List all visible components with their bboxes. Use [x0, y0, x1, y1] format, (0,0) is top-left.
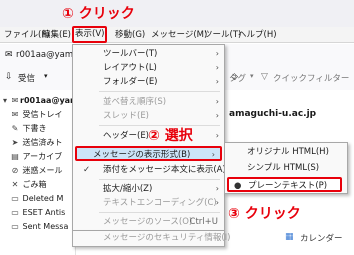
annotation-select-2: ② 選択	[148, 128, 193, 144]
menu-item-sort[interactable]: 並べ替え順序(S) ›	[73, 95, 224, 109]
menu-item-message-body-as[interactable]: メッセージの表示形式(B) ›	[75, 146, 222, 161]
chevron-right-icon: ›	[215, 97, 219, 106]
calendar-label[interactable]: カレンダー	[300, 232, 343, 244]
chevron-down-icon: ▾	[2, 96, 7, 105]
message-body-submenu: オリジナル HTML(H) シンプル HTML(S) ● プレーンテキスト(P)	[224, 142, 348, 194]
account-label: r001aa@yamaguchi-u.ac.jp	[20, 96, 76, 105]
account-short[interactable]: r001aa@yama	[16, 50, 78, 60]
folder-icon: ▭	[11, 222, 19, 231]
tag-dropdown-icon[interactable]: ▾	[250, 72, 254, 80]
menu-item-threads[interactable]: スレッド(E) ›	[73, 109, 224, 123]
folder-sent-messages[interactable]: ▭ Sent Messa	[0, 220, 76, 234]
tag-button[interactable]: タグ	[229, 72, 246, 84]
menu-separator	[99, 212, 220, 213]
folder-trash[interactable]: ✕ ごみ箱	[0, 178, 76, 192]
menu-help[interactable]: ヘルプ(H)	[237, 27, 278, 43]
folder-label: 送信済みト	[22, 138, 63, 147]
folder-archive[interactable]: ▤ アーカイブ	[0, 150, 76, 164]
chevron-right-icon: ›	[215, 77, 219, 86]
folder-pane: ▾ ✉r001aa@yamaguchi-u.ac.jp ✉ 受信トレイ ✎ 下書き…	[0, 90, 76, 255]
chevron-right-icon: ›	[211, 150, 215, 159]
get-mail-button[interactable]: 受信	[18, 72, 35, 84]
get-mail-dropdown-icon[interactable]: ▾	[44, 72, 48, 80]
menu-item-folders[interactable]: フォルダー(E) ›	[73, 75, 224, 89]
folder-icon: ▭	[11, 194, 19, 203]
archive-icon: ▤	[11, 152, 19, 161]
calendar-icon[interactable]: ▦	[285, 232, 294, 242]
title-bar	[0, 0, 354, 27]
folder-label: アーカイブ	[22, 152, 63, 161]
menu-item-display-attachments[interactable]: ✓ 添付をメッセージ本文に表示(A)	[73, 163, 226, 177]
checkmark-icon: ✓	[83, 165, 91, 175]
account-icon: ✉	[5, 50, 13, 60]
folder-label: ESET Antis	[22, 208, 66, 217]
draft-icon: ✎	[11, 124, 19, 133]
folder-label: Sent Messa	[22, 222, 69, 231]
folder-drafts[interactable]: ✎ 下書き	[0, 122, 76, 136]
sent-icon: ➤	[11, 138, 19, 147]
menu-item-toolbar[interactable]: ツールバー(T) ›	[73, 47, 224, 61]
quick-filter-icon[interactable]: ▽	[261, 72, 268, 82]
folder-inbox[interactable]: ✉ 受信トレイ	[0, 108, 76, 122]
submenu-plain-text[interactable]: ● プレーンテキスト(P)	[227, 177, 342, 192]
inbox-icon: ✉	[11, 110, 19, 119]
folder-label: Deleted M	[22, 194, 64, 203]
chevron-right-icon: ›	[215, 131, 219, 140]
quick-filter-button[interactable]: クイックフィルター	[273, 72, 349, 84]
chevron-right-icon: ›	[215, 184, 219, 193]
chevron-right-icon: ›	[215, 111, 219, 120]
junk-icon: ⊘	[11, 166, 19, 175]
chevron-right-icon: ›	[215, 63, 219, 72]
submenu-original-html[interactable]: オリジナル HTML(H)	[225, 145, 347, 159]
menu-edit[interactable]: 編集(E)	[41, 27, 72, 43]
folder-label: 受信トレイ	[22, 110, 63, 119]
folder-label: ごみ箱	[22, 180, 47, 189]
folder-eset[interactable]: ▭ ESET Antis	[0, 206, 76, 220]
submenu-simple-html[interactable]: シンプル HTML(S)	[225, 161, 347, 175]
menu-item-layout[interactable]: レイアウト(L) ›	[73, 61, 224, 75]
account-icon: ✉	[11, 96, 19, 105]
menu-view[interactable]: 表示(V)	[72, 26, 108, 43]
folder-icon: ▭	[11, 208, 19, 217]
menu-go[interactable]: 移動(G)	[114, 27, 146, 43]
menu-separator	[99, 179, 220, 180]
account-row[interactable]: ▾ ✉r001aa@yamaguchi-u.ac.jp	[0, 94, 76, 108]
chevron-right-icon: ›	[215, 49, 219, 58]
folder-junk[interactable]: ⊘ 迷惑メール	[0, 164, 76, 178]
menu-separator	[99, 125, 220, 126]
radio-dot-icon: ●	[234, 181, 242, 191]
get-mail-icon[interactable]: ⇩	[5, 72, 13, 82]
address-text: amaguchi-u.ac.jp	[229, 109, 317, 119]
menu-item-zoom[interactable]: 拡大/縮小(Z) ›	[73, 182, 224, 196]
menu-bar: ファイル(F) 編集(E) 表示(V) 移動(G) メッセージ(M) ツール(T…	[0, 26, 354, 43]
menu-item-security-info[interactable]: メッセージのセキュリティ情報(I)	[72, 231, 230, 247]
menu-item-text-encoding[interactable]: テキストエンコーディング(C) ›	[73, 196, 224, 210]
menu-separator	[99, 91, 220, 92]
annotation-click-1: ① クリック	[62, 6, 135, 22]
menu-message[interactable]: メッセージ(M)	[150, 27, 208, 43]
menu-item-message-source[interactable]: メッセージのソース(O) Ctrl+U	[73, 215, 224, 229]
folder-label: 迷惑メール	[22, 166, 63, 175]
folder-sent[interactable]: ➤ 送信済みト	[0, 136, 76, 150]
annotation-click-3: ③ クリック	[228, 206, 301, 222]
trash-icon: ✕	[11, 180, 19, 189]
folder-deleted[interactable]: ▭ Deleted M	[0, 192, 76, 206]
chevron-right-icon: ›	[215, 198, 219, 207]
folder-label: 下書き	[22, 124, 47, 133]
